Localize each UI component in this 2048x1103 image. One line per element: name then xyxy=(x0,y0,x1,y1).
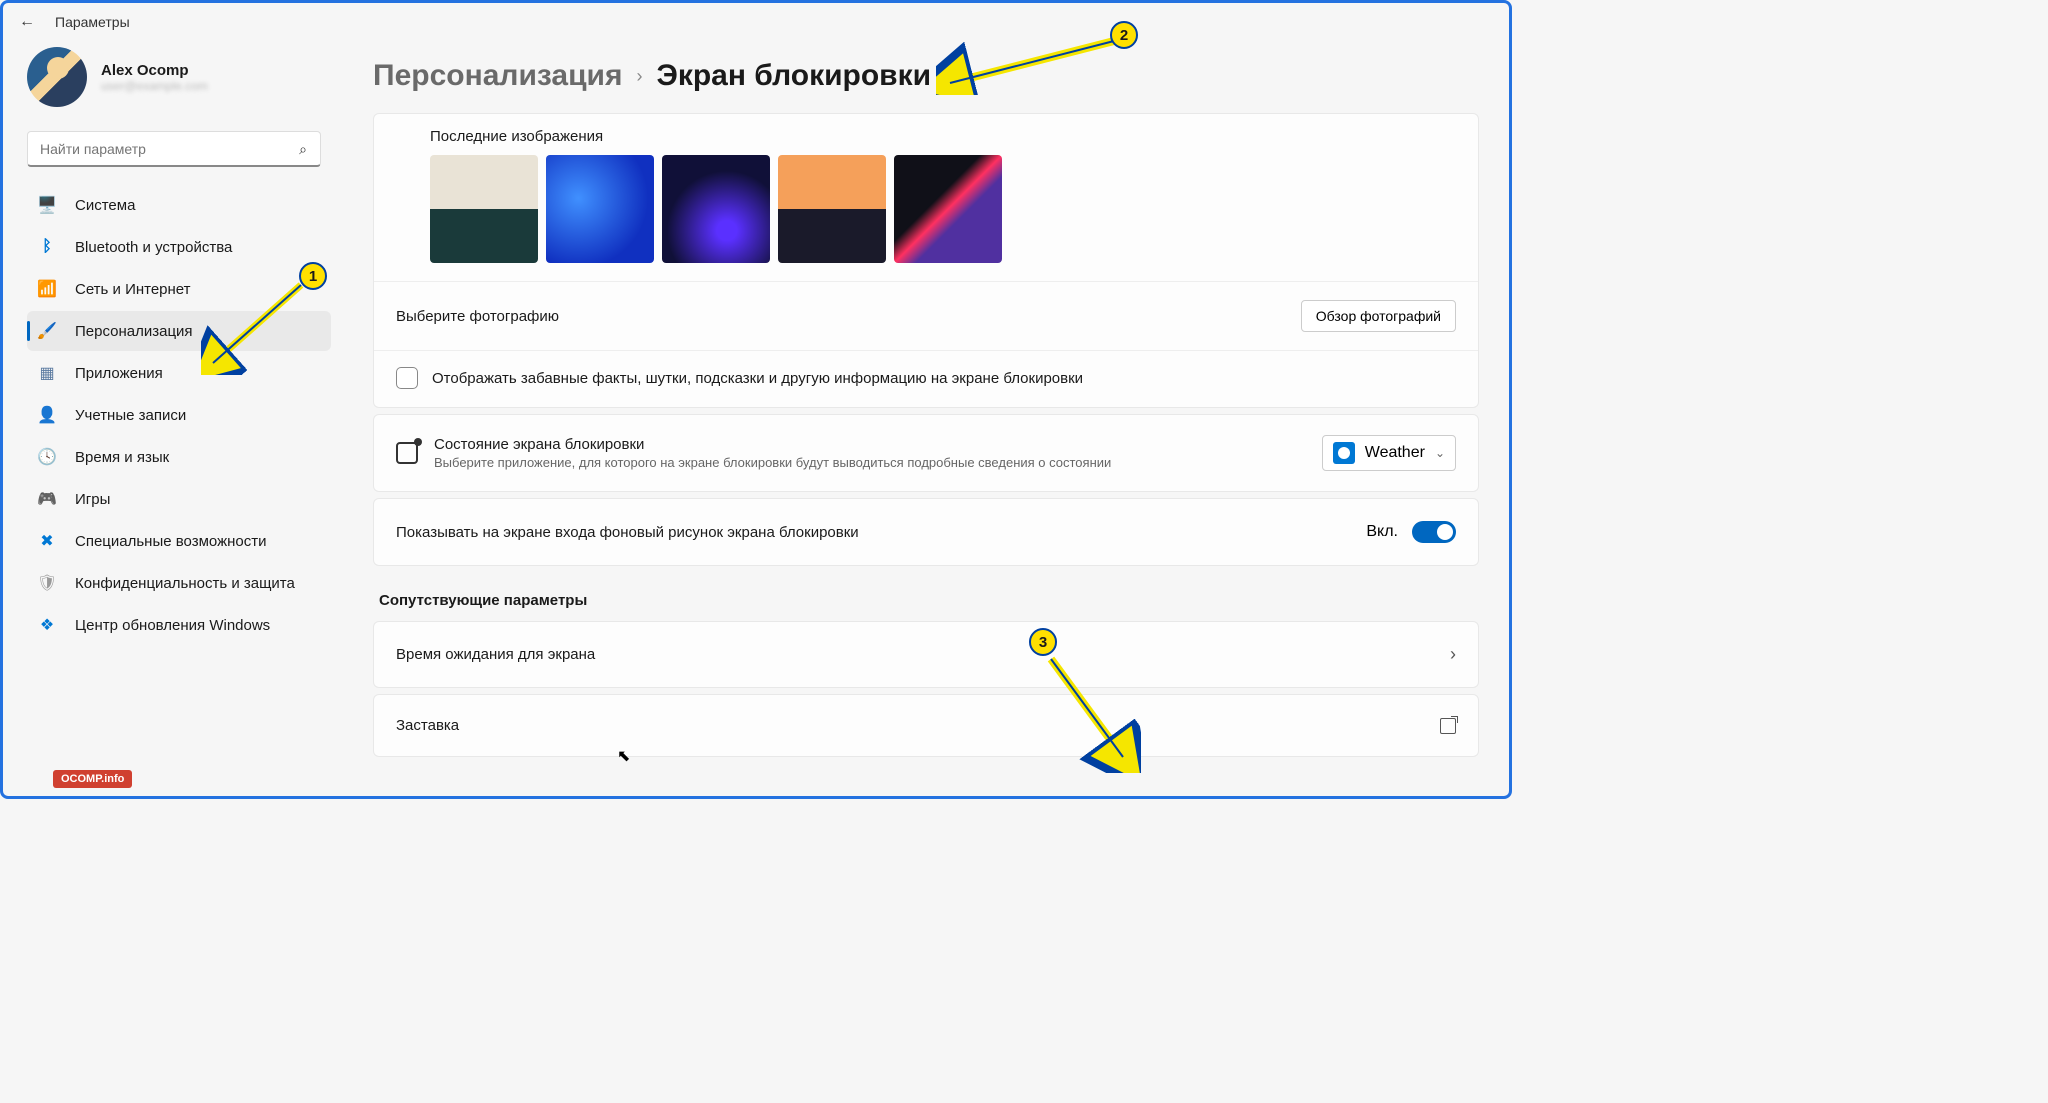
sidebar: Alex Ocomp user@example.com ⌕ 🖥️ Система … xyxy=(3,41,343,796)
nav-label: Игры xyxy=(75,491,110,508)
thumbnail[interactable] xyxy=(430,155,538,263)
nav-time-language[interactable]: 🕓 Время и язык xyxy=(27,437,331,477)
nav-apps[interactable]: ▦ Приложения xyxy=(27,353,331,393)
apps-icon: ▦ xyxy=(37,363,57,383)
signin-bg-row: Показывать на экране входа фоновый рисун… xyxy=(374,499,1478,565)
lock-status-title: Состояние экрана блокировки xyxy=(434,436,1306,453)
clock-icon: 🕓 xyxy=(37,447,57,467)
thumbnail[interactable] xyxy=(894,155,1002,263)
nav-list: 🖥️ Система ᛒ Bluetooth и устройства 📶 Сеть … xyxy=(27,185,331,645)
brush-icon: 🖌️ xyxy=(37,321,57,341)
choose-photo-label: Выберите фотографию xyxy=(396,308,559,325)
external-link-icon xyxy=(1440,718,1456,734)
window-title: Параметры xyxy=(55,14,130,30)
recent-images-label: Последние изображения xyxy=(374,114,1478,155)
photo-card: Последние изображения Выберите фотографи… xyxy=(373,113,1479,408)
main-content: Персонализация › Экран блокировки Послед… xyxy=(343,41,1509,796)
update-icon: ❖ xyxy=(37,615,57,635)
signin-bg-label: Показывать на экране входа фоновый рисун… xyxy=(396,524,859,541)
nav-label: Центр обновления Windows xyxy=(75,617,270,634)
thumbnail[interactable] xyxy=(546,155,654,263)
choose-photo-row: Выберите фотографию Обзор фотографий xyxy=(374,281,1478,350)
screensaver-label: Заставка xyxy=(396,717,459,734)
profile-block[interactable]: Alex Ocomp user@example.com xyxy=(27,47,331,107)
lock-status-row[interactable]: Состояние экрана блокировки Выберите при… xyxy=(374,415,1478,491)
fun-facts-row[interactable]: Отображать забавные факты, шутки, подска… xyxy=(374,350,1478,407)
search-box[interactable]: ⌕ xyxy=(27,131,331,167)
display-icon: 🖥️ xyxy=(37,195,57,215)
watermark: OCOMP.info xyxy=(53,770,132,788)
thumbnail[interactable] xyxy=(778,155,886,263)
nav-label: Сеть и Интернет xyxy=(75,281,191,298)
nav-accessibility[interactable]: ✖ Специальные возможности xyxy=(27,521,331,561)
gamepad-icon: 🎮 xyxy=(37,489,57,509)
nav-privacy[interactable]: 🛡 Конфиденциальность и защита xyxy=(27,563,331,603)
thumbnail[interactable] xyxy=(662,155,770,263)
lock-status-card: Состояние экрана блокировки Выберите при… xyxy=(373,414,1479,492)
nav-label: Приложения xyxy=(75,365,163,382)
search-input[interactable] xyxy=(27,131,321,167)
person-icon: 👤 xyxy=(37,405,57,425)
annotation-badge-3: 3 xyxy=(1029,628,1057,656)
chevron-right-icon: › xyxy=(1450,644,1456,665)
cursor-icon: ⬉ xyxy=(617,746,630,766)
annotation-badge-1: 1 xyxy=(299,262,327,290)
annotation-badge-2: 2 xyxy=(1110,21,1138,49)
checkbox[interactable] xyxy=(396,367,418,389)
status-app-dropdown[interactable]: Weather ⌄ xyxy=(1322,435,1456,471)
nav-gaming[interactable]: 🎮 Игры xyxy=(27,479,331,519)
nav-label: Конфиденциальность и защита xyxy=(75,575,295,592)
nav-system[interactable]: 🖥️ Система xyxy=(27,185,331,225)
wifi-icon: 📶 xyxy=(37,279,57,299)
breadcrumb-current: Экран блокировки xyxy=(656,59,931,93)
signin-bg-card: Показывать на экране входа фоновый рисун… xyxy=(373,498,1479,566)
bluetooth-icon: ᛒ xyxy=(37,237,57,257)
breadcrumb: Персонализация › Экран блокировки xyxy=(373,59,1479,93)
nav-label: Bluetooth и устройства xyxy=(75,239,232,256)
settings-window: ← Параметры Alex Ocomp user@example.com … xyxy=(0,0,1512,799)
toggle-state: Вкл. xyxy=(1366,523,1398,541)
nav-bluetooth[interactable]: ᛒ Bluetooth и устройства xyxy=(27,227,331,267)
screen-timeout-card[interactable]: Время ожидания для экрана › xyxy=(373,621,1479,688)
browse-photos-button[interactable]: Обзор фотографий xyxy=(1301,300,1456,332)
weather-icon xyxy=(1333,442,1355,464)
shield-icon: 🛡 xyxy=(37,573,57,593)
nav-network[interactable]: 📶 Сеть и Интернет xyxy=(27,269,331,309)
nav-personalization[interactable]: 🖌️ Персонализация xyxy=(27,311,331,351)
related-heading: Сопутствующие параметры xyxy=(379,592,1479,609)
breadcrumb-parent[interactable]: Персонализация xyxy=(373,59,622,93)
screensaver-card[interactable]: Заставка xyxy=(373,694,1479,757)
profile-email: user@example.com xyxy=(101,79,208,93)
status-app-icon xyxy=(396,442,418,464)
nav-label: Система xyxy=(75,197,135,214)
toggle-switch[interactable] xyxy=(1412,521,1456,543)
nav-label: Время и язык xyxy=(75,449,169,466)
profile-name: Alex Ocomp xyxy=(101,62,208,79)
nav-accounts[interactable]: 👤 Учетные записи xyxy=(27,395,331,435)
nav-label: Персонализация xyxy=(75,323,193,340)
search-icon: ⌕ xyxy=(299,141,307,158)
status-app-selected: Weather xyxy=(1365,444,1425,462)
back-arrow-icon[interactable]: ← xyxy=(19,13,35,31)
nav-label: Учетные записи xyxy=(75,407,186,424)
nav-windows-update[interactable]: ❖ Центр обновления Windows xyxy=(27,605,331,645)
screen-timeout-label: Время ожидания для экрана xyxy=(396,646,595,663)
nav-label: Специальные возможности xyxy=(75,533,267,550)
chevron-down-icon: ⌄ xyxy=(1435,446,1445,460)
accessibility-icon: ✖ xyxy=(37,531,57,551)
titlebar: ← Параметры xyxy=(3,3,1509,41)
fun-facts-label: Отображать забавные факты, шутки, подска… xyxy=(432,370,1083,387)
lock-status-subtitle: Выберите приложение, для которого на экр… xyxy=(434,455,1306,470)
avatar xyxy=(27,47,87,107)
chevron-right-icon: › xyxy=(636,66,642,87)
recent-images-row xyxy=(374,155,1478,281)
